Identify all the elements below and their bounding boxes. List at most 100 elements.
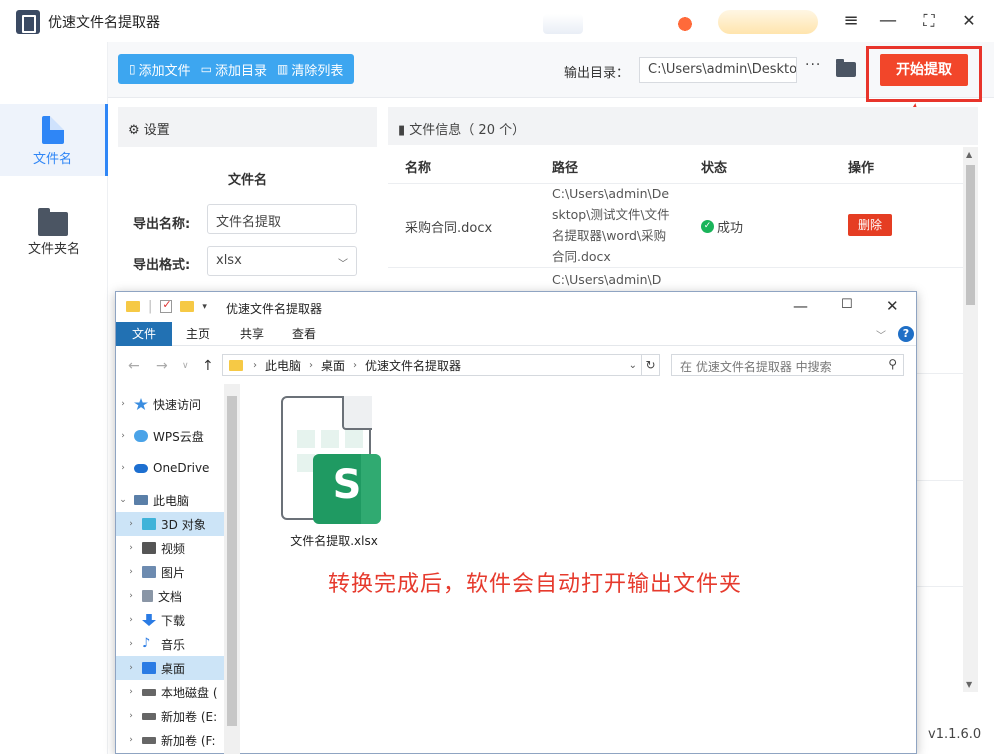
quick-access-toolbar: | ▾ (126, 298, 207, 314)
tab-share[interactable]: 共享 (228, 322, 276, 346)
address-bar-row: ← → ∨ ↑ › 此电脑 › 桌面 › 优速文件名提取器 ⌄ ↻ 在 优速文件… (116, 346, 916, 384)
film-icon (142, 542, 156, 554)
folder-icon[interactable] (126, 301, 140, 312)
file-item-xlsx[interactable]: S 文件名提取.xlsx (279, 396, 385, 548)
document-icon: ▮ (398, 123, 406, 138)
open-folder-icon[interactable] (836, 59, 856, 77)
file-icon (42, 116, 64, 144)
help-icon[interactable]: ? (898, 326, 914, 342)
column-header-action: 操作 (848, 161, 875, 176)
export-format-select[interactable]: xlsx ﹀ (207, 246, 357, 276)
chevron-right-icon: › (121, 399, 125, 409)
nav-item-quick-access[interactable]: › 快速访问 (116, 392, 224, 416)
row-divider (388, 183, 963, 184)
maximize-icon[interactable]: ☐ (841, 297, 853, 312)
scroll-down-icon[interactable]: ▼ (966, 680, 972, 689)
drive-icon (142, 688, 156, 696)
wps-spreadsheet-icon: S (313, 454, 381, 524)
chevron-down-icon[interactable]: ﹀ (876, 327, 886, 342)
chevron-right-icon: › (129, 543, 133, 553)
explorer-window: | ▾ 优速文件名提取器 — ☐ ✕ 文件 主页 共享 查看 ﹀ ? ← → ∨… (115, 291, 917, 754)
nav-item-music[interactable]: › ♪ 音乐 (116, 632, 224, 656)
tab-view[interactable]: 查看 (280, 322, 328, 346)
up-arrow-icon[interactable]: ↑ (202, 358, 214, 374)
picture-icon (142, 566, 156, 578)
rail-item-label: 文件夹名 (27, 242, 80, 257)
nav-item-downloads[interactable]: › 下载 (116, 608, 224, 632)
scroll-thumb[interactable] (227, 396, 237, 726)
nav-scrollbar[interactable] (224, 384, 240, 754)
search-input[interactable]: 在 优速文件名提取器 中搜索 ⚲ (671, 354, 904, 376)
title-bar: 优速文件名提取器 ≡ — ⛶ ✕ (0, 0, 994, 42)
desktop-icon (142, 662, 156, 674)
chevron-down-icon[interactable]: ⌄ (629, 360, 637, 371)
nav-item-volume-e[interactable]: › 新加卷 (E: (116, 704, 224, 728)
close-icon[interactable]: ✕ (886, 297, 899, 315)
toolbar: ▯ 添加文件 ▭ 添加目录 ▥ 清除列表 输出目录： C:\Users\admin\D… (108, 42, 994, 102)
nav-item-this-pc[interactable]: ⌄ 此电脑 (116, 488, 224, 512)
cube-icon (142, 518, 156, 530)
titlebar-decoration (673, 12, 697, 32)
close-icon[interactable]: ✕ (957, 10, 981, 32)
explorer-title-bar: | ▾ 优速文件名提取器 — ☐ ✕ (116, 292, 916, 322)
nav-item-local-disk[interactable]: › 本地磁盘 ( (116, 680, 224, 704)
minimize-icon[interactable]: — (876, 10, 900, 32)
tab-home[interactable]: 主页 (174, 322, 222, 346)
chevron-right-icon: › (121, 463, 125, 473)
nav-item-pictures[interactable]: › 图片 (116, 560, 224, 584)
app-logo-icon (16, 10, 40, 34)
nav-item-onedrive[interactable]: › OneDrive (116, 456, 224, 480)
address-bar[interactable]: › 此电脑 › 桌面 › 优速文件名提取器 ⌄ (222, 354, 642, 376)
rail-item-foldername[interactable]: 文件夹名 (0, 194, 108, 266)
app-title: 优速文件名提取器 (48, 15, 160, 31)
forward-arrow-icon[interactable]: → (156, 358, 168, 374)
music-icon: ♪ (142, 636, 151, 651)
add-dir-button[interactable]: ▭ 添加目录 (201, 60, 267, 79)
new-folder-icon[interactable] (180, 301, 195, 312)
breadcrumb-this-pc[interactable]: 此电脑 (265, 357, 301, 374)
back-arrow-icon[interactable]: ← (128, 358, 140, 374)
properties-icon[interactable] (160, 298, 173, 313)
nav-item-videos[interactable]: › 视频 (116, 536, 224, 560)
output-dir-label: 输出目录： (564, 66, 630, 81)
customize-toolbar-icon[interactable]: ▾ (202, 302, 207, 312)
nav-item-wps-cloud[interactable]: › WPS云盘 (116, 424, 224, 448)
star-icon (134, 398, 148, 410)
titlebar-decoration (718, 10, 818, 34)
rail-item-filename[interactable]: 文件名 (0, 104, 108, 176)
menu-icon[interactable]: ≡ (839, 10, 863, 32)
document-icon (142, 590, 153, 602)
settings-section-title: 文件名 (227, 173, 267, 188)
refresh-icon[interactable]: ↻ (642, 354, 660, 376)
add-file-button[interactable]: ▯ 添加文件 (129, 60, 191, 79)
file-button-group: ▯ 添加文件 ▭ 添加目录 ▥ 清除列表 (118, 54, 355, 84)
titlebar-decoration (543, 14, 583, 34)
maximize-icon[interactable]: ⛶ (917, 10, 941, 32)
delete-button[interactable]: 删除 (848, 214, 892, 236)
drive-icon (142, 736, 156, 744)
recent-chevron-icon[interactable]: ∨ (182, 361, 189, 371)
export-name-input[interactable]: 文件名提取 (207, 204, 357, 234)
drive-icon (142, 712, 156, 720)
tab-file[interactable]: 文件 (116, 322, 172, 346)
scroll-up-icon[interactable]: ▲ (966, 150, 972, 159)
file-list-scrollbar[interactable]: ▲ ▼ (963, 147, 978, 692)
nav-item-desktop[interactable]: › 桌面 (116, 656, 224, 680)
row-path: C:\Users\admin\D (552, 272, 662, 287)
nav-item-documents[interactable]: › 文档 (116, 584, 224, 608)
chevron-down-icon: ﹀ (338, 259, 348, 270)
scroll-thumb[interactable] (966, 165, 975, 305)
breadcrumb-current[interactable]: 优速文件名提取器 (365, 357, 461, 374)
cloud-icon (134, 430, 148, 442)
more-options-icon[interactable]: ··· (805, 57, 821, 73)
minimize-icon[interactable]: — (793, 297, 808, 315)
nav-item-volume-f[interactable]: › 新加卷 (F: (116, 728, 224, 752)
output-dir-input[interactable]: C:\Users\admin\Deskto (639, 57, 797, 83)
clear-list-button[interactable]: ▥ 清除列表 (277, 60, 343, 79)
chevron-right-icon: › (129, 711, 133, 721)
chevron-right-icon: › (129, 735, 133, 745)
breadcrumb-desktop[interactable]: 桌面 (321, 357, 345, 374)
nav-item-3d-objects[interactable]: › 3D 对象 (116, 512, 224, 536)
left-rail: 文件名 文件夹名 (0, 42, 108, 754)
start-extract-button[interactable]: 开始提取 (880, 54, 968, 86)
